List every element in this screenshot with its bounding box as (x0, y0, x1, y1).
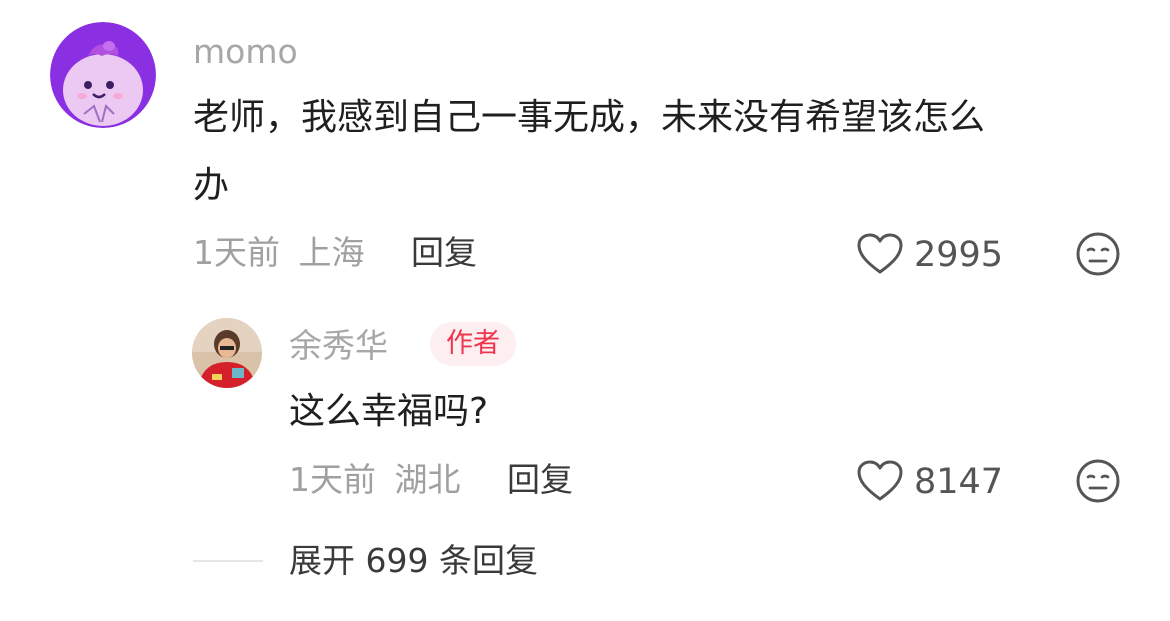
location: 上海 (298, 233, 365, 272)
reply-meta: 1天前 湖北 (289, 460, 461, 500)
comment-meta: 1天前 上海 (193, 233, 365, 273)
expand-replies-button[interactable]: 展开 699 条回复 (289, 541, 538, 581)
divider (193, 560, 263, 562)
like-button[interactable] (856, 459, 904, 503)
reply-button[interactable]: 回复 (507, 460, 573, 500)
reply-text: 这么幸福吗? (289, 391, 489, 432)
like-count: 2995 (914, 235, 1004, 275)
dislike-button[interactable] (1075, 231, 1121, 277)
username[interactable]: momo (193, 32, 298, 72)
cartoon-avatar-icon (50, 22, 156, 128)
username[interactable]: 余秀华 (289, 326, 388, 366)
heart-outline-icon (857, 460, 903, 501)
dislike-button[interactable] (1075, 458, 1121, 504)
photo-avatar-icon (192, 318, 262, 388)
avatar[interactable] (192, 318, 262, 388)
comment-text: 老师，我感到自己一事无成，未来没有希望该怎么 办 (193, 84, 1133, 220)
location: 湖北 (394, 460, 461, 499)
reply-button[interactable]: 回复 (411, 233, 477, 273)
comment-text-line: 老师，我感到自己一事无成，未来没有希望该怎么 (193, 97, 986, 138)
like-button[interactable] (856, 232, 904, 276)
heart-outline-icon (857, 233, 903, 274)
avatar[interactable] (50, 22, 156, 128)
meh-face-icon (1076, 459, 1120, 503)
comment-text-line: 办 (193, 165, 230, 206)
timestamp: 1天前 (193, 233, 280, 272)
author-badge: 作者 (430, 322, 516, 366)
like-count: 8147 (914, 462, 1004, 502)
meh-face-icon (1076, 232, 1120, 276)
timestamp: 1天前 (289, 460, 376, 499)
